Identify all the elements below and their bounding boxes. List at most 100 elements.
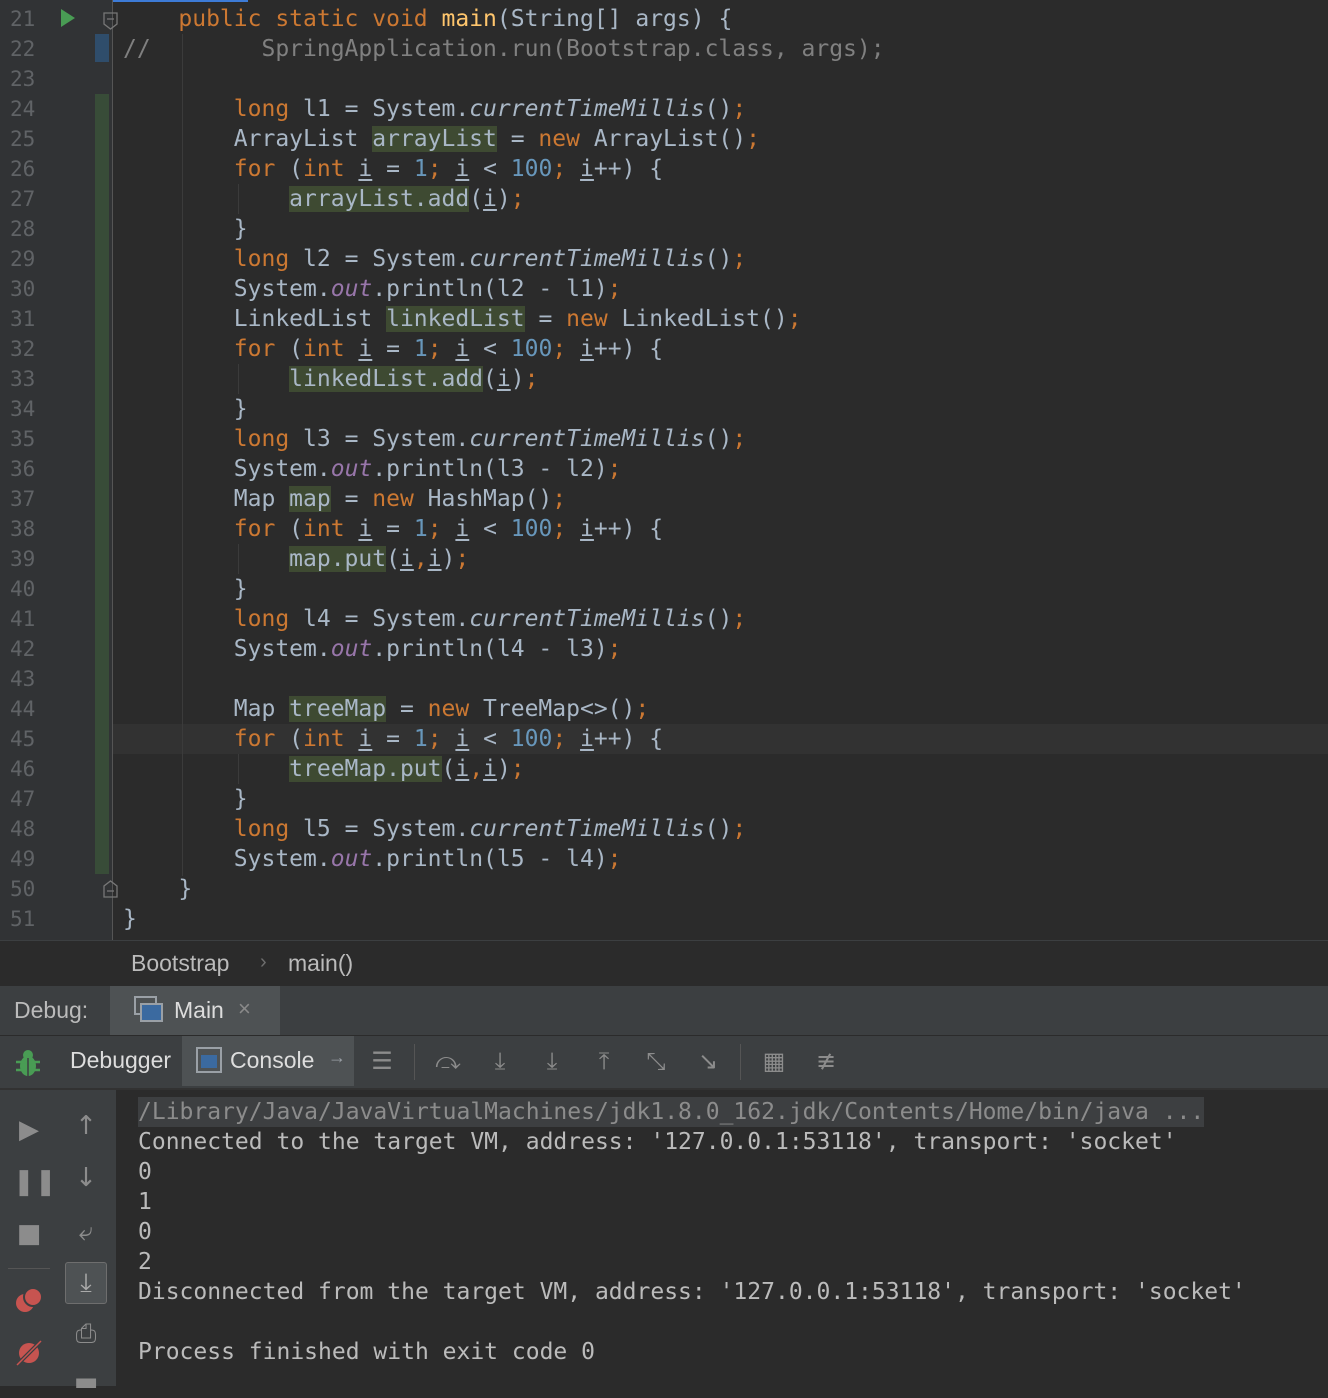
close-icon[interactable]: × bbox=[238, 996, 251, 1022]
code-line[interactable]: System.out.println(l5 - l4); bbox=[123, 844, 622, 874]
line-number[interactable]: 24 bbox=[10, 94, 50, 124]
line-number[interactable]: 42 bbox=[10, 634, 50, 664]
line-number[interactable]: 25 bbox=[10, 124, 50, 154]
line-number[interactable]: 22 bbox=[10, 34, 50, 64]
line-number[interactable]: 47 bbox=[10, 784, 50, 814]
console-command-line[interactable]: /Library/Java/JavaVirtualMachines/jdk1.8… bbox=[138, 1097, 1205, 1127]
line-number[interactable]: 33 bbox=[10, 364, 50, 394]
step-out-icon[interactable]: ⤒ bbox=[590, 1047, 618, 1075]
line-number[interactable]: 51 bbox=[10, 904, 50, 934]
breadcrumb-method[interactable]: main() bbox=[288, 950, 353, 977]
code-line[interactable]: ArrayList arrayList = new ArrayList(); bbox=[123, 124, 760, 154]
code-line[interactable]: linkedList.add(i); bbox=[123, 364, 538, 394]
code-line[interactable]: System.out.println(l3 - l2); bbox=[123, 454, 622, 484]
console-output[interactable]: /Library/Java/JavaVirtualMachines/jdk1.8… bbox=[117, 1090, 1328, 1386]
line-number[interactable]: 44 bbox=[10, 694, 50, 724]
line-number[interactable]: 35 bbox=[10, 424, 50, 454]
debug-session-tab-main[interactable]: Main × bbox=[110, 986, 280, 1035]
code-line[interactable]: } bbox=[123, 394, 248, 424]
line-number[interactable]: 26 bbox=[10, 154, 50, 184]
line-number[interactable]: 23 bbox=[10, 64, 50, 94]
code-line[interactable]: Map map = new HashMap(); bbox=[123, 484, 566, 514]
line-number[interactable]: 45 bbox=[10, 724, 50, 754]
line-number[interactable]: 43 bbox=[10, 664, 50, 694]
code-token: for bbox=[233, 726, 290, 752]
line-number[interactable]: 31 bbox=[10, 304, 50, 334]
breadcrumb-class[interactable]: Bootstrap bbox=[131, 950, 229, 977]
breakpoints-icon[interactable] bbox=[14, 1286, 44, 1316]
debug-actions-bar: ▶ ❚❚ ■ bbox=[0, 1090, 58, 1386]
line-number[interactable]: 50 bbox=[10, 874, 50, 904]
code-line[interactable]: long l4 = System.currentTimeMillis(); bbox=[123, 604, 746, 634]
line-number[interactable]: 46 bbox=[10, 754, 50, 784]
tab-console[interactable]: Console → bbox=[182, 1036, 354, 1086]
code-line[interactable]: System.out.println(l2 - l1); bbox=[123, 274, 622, 304]
line-number[interactable]: 34 bbox=[10, 394, 50, 424]
code-line[interactable]: System.out.println(l4 - l3); bbox=[123, 634, 622, 664]
code-line[interactable]: } bbox=[123, 874, 192, 904]
code-line[interactable]: for (int i = 1; i < 100; i++) { bbox=[123, 724, 663, 754]
pause-icon[interactable]: ❚❚ bbox=[13, 1166, 57, 1198]
code-lines[interactable]: public static void main(String[] args) {… bbox=[113, 0, 1328, 940]
code-line[interactable]: } bbox=[123, 574, 248, 604]
line-number[interactable]: 30 bbox=[10, 274, 50, 304]
line-number[interactable]: 39 bbox=[10, 544, 50, 574]
line-number[interactable]: 27 bbox=[10, 184, 50, 214]
code-line[interactable]: public static void main(String[] args) { bbox=[123, 4, 732, 34]
code-line[interactable]: LinkedList linkedList = new LinkedList()… bbox=[123, 304, 802, 334]
code-line[interactable]: Map treeMap = new TreeMap<>(); bbox=[123, 694, 649, 724]
step-into-icon[interactable]: ⤓ bbox=[486, 1047, 514, 1075]
code-line[interactable]: for (int i = 1; i < 100; i++) { bbox=[123, 154, 663, 184]
line-number[interactable]: 48 bbox=[10, 814, 50, 844]
code-line[interactable]: } bbox=[123, 784, 248, 814]
restore-layout-icon[interactable]: ☰ bbox=[368, 1047, 396, 1075]
code-line[interactable]: } bbox=[123, 904, 137, 934]
code-line[interactable]: long l2 = System.currentTimeMillis(); bbox=[123, 244, 746, 274]
line-number[interactable]: 37 bbox=[10, 484, 50, 514]
code-line[interactable]: // SpringApplication.run(Bootstrap.class… bbox=[123, 34, 885, 64]
code-editor[interactable]: 21 22 23 24 25 26 27 28 29 30 31 32 33 34 35 36 37 38 39 40… bbox=[0, 0, 1328, 940]
force-step-into-icon[interactable]: ⤓ bbox=[538, 1047, 566, 1075]
code-line[interactable]: arrayList.add(i); bbox=[123, 184, 525, 214]
line-number[interactable]: 36 bbox=[10, 454, 50, 484]
code-line[interactable]: map.put(i,i); bbox=[123, 544, 469, 574]
mute-breakpoints-icon[interactable] bbox=[14, 1338, 44, 1368]
code-line[interactable]: for (int i = 1; i < 100; i++) { bbox=[123, 514, 663, 544]
drop-frame-icon[interactable]: ⤡ bbox=[642, 1047, 670, 1075]
resume-icon[interactable]: ▶ bbox=[13, 1114, 45, 1146]
line-number[interactable]: 32 bbox=[10, 334, 50, 364]
stop-icon[interactable]: ■ bbox=[13, 1218, 45, 1250]
code-line[interactable]: } bbox=[123, 214, 248, 244]
editor-gutter[interactable]: 21 22 23 24 25 26 27 28 29 30 31 32 33 34 35 36 37 38 39 40… bbox=[0, 0, 118, 940]
run-icon[interactable] bbox=[60, 8, 76, 28]
up-icon[interactable]: ↑ bbox=[70, 1110, 102, 1142]
line-number[interactable]: 40 bbox=[10, 574, 50, 604]
scroll-end-icon[interactable]: ⤓ bbox=[65, 1262, 107, 1304]
trace-icon[interactable]: ≢ bbox=[812, 1047, 840, 1075]
bug-icon[interactable] bbox=[14, 1048, 42, 1078]
clear-icon[interactable]: ▬ bbox=[70, 1366, 102, 1398]
tab-debugger[interactable]: Debugger bbox=[58, 1036, 180, 1086]
step-over-icon[interactable]: ⤼ bbox=[434, 1047, 462, 1075]
line-number[interactable]: 21 bbox=[10, 4, 50, 34]
line-number[interactable]: 28 bbox=[10, 214, 50, 244]
code-line[interactable]: long l5 = System.currentTimeMillis(); bbox=[123, 814, 746, 844]
code-line[interactable]: treeMap.put(i,i); bbox=[123, 754, 525, 784]
down-icon[interactable]: ↓ bbox=[70, 1162, 102, 1194]
soft-wrap-icon[interactable]: ⤶ bbox=[70, 1216, 102, 1248]
line-number[interactable]: 49 bbox=[10, 844, 50, 874]
line-number[interactable]: 38 bbox=[10, 514, 50, 544]
evaluate-icon[interactable]: ▦ bbox=[760, 1047, 788, 1075]
console-focus-icon[interactable]: → bbox=[328, 1047, 346, 1068]
code-token: i bbox=[483, 186, 497, 212]
code-token: new bbox=[566, 306, 622, 332]
code-line[interactable]: long l1 = System.currentTimeMillis(); bbox=[123, 94, 746, 124]
vcs-change-marker[interactable] bbox=[95, 34, 109, 62]
code-line[interactable]: for (int i = 1; i < 100; i++) { bbox=[123, 334, 663, 364]
run-to-cursor-icon[interactable]: ↘ bbox=[694, 1047, 722, 1075]
code-line[interactable]: long l3 = System.currentTimeMillis(); bbox=[123, 424, 746, 454]
print-icon[interactable]: ⎙ bbox=[70, 1318, 102, 1350]
vcs-change-marker[interactable] bbox=[95, 94, 109, 874]
line-number[interactable]: 29 bbox=[10, 244, 50, 274]
line-number[interactable]: 41 bbox=[10, 604, 50, 634]
